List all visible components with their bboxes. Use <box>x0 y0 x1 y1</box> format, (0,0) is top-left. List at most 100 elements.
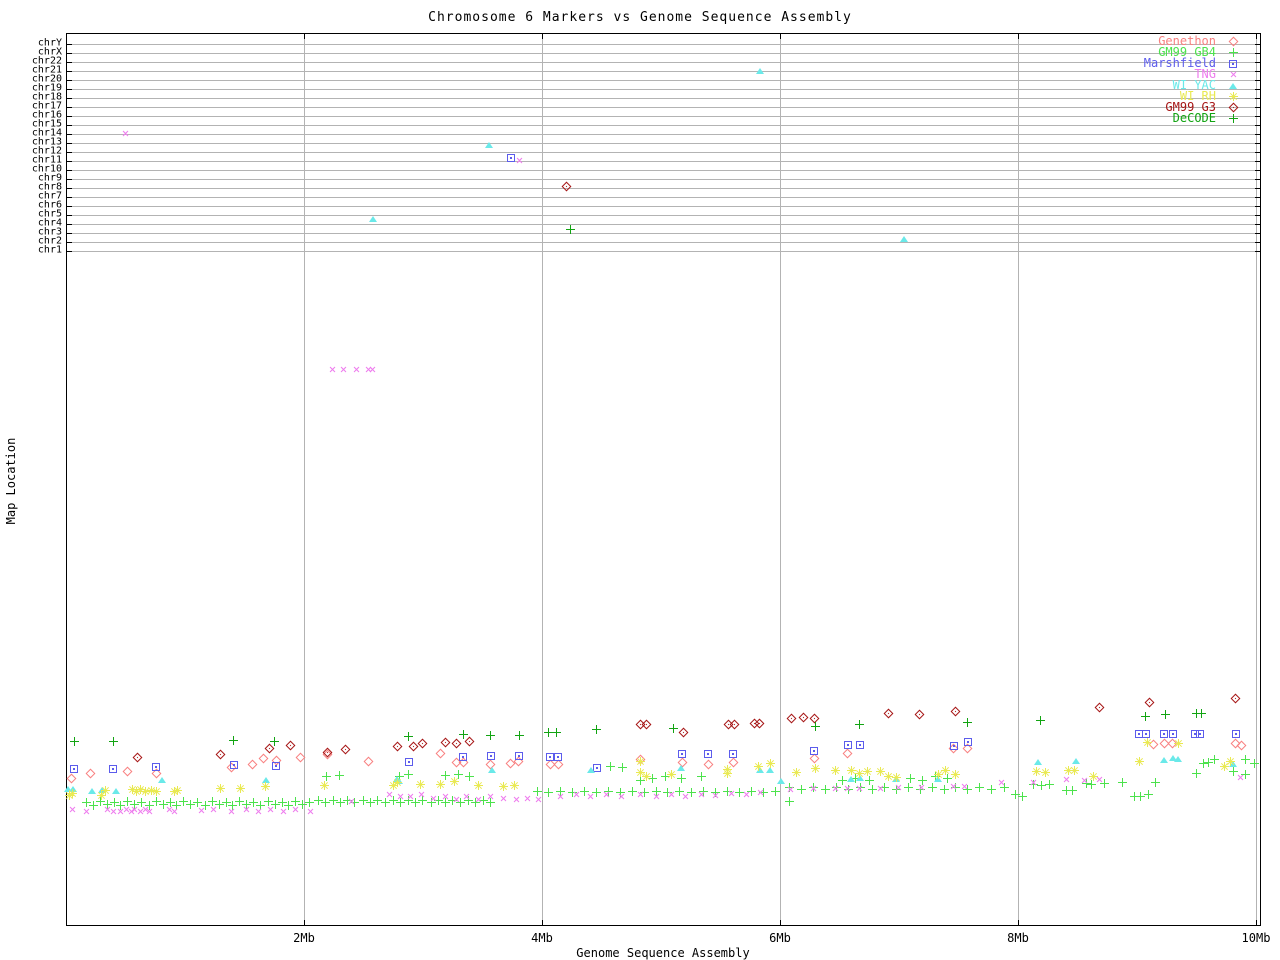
marker-glyph <box>120 128 130 138</box>
marker-glyph <box>351 364 361 374</box>
x-tick-bottom <box>304 920 305 925</box>
marker-glyph <box>678 727 688 737</box>
marker-glyph <box>562 181 572 191</box>
marker-glyph <box>393 741 403 751</box>
y-tick-right <box>1255 161 1260 162</box>
y-tick-right <box>1255 215 1260 216</box>
marker-glyph <box>1192 769 1201 778</box>
legend: GenethonGM99 GB4MarshfieldTNGWI YACWI RH… <box>1100 36 1250 124</box>
marker-glyph <box>341 744 351 754</box>
marker-glyph <box>552 728 561 737</box>
marker-glyph <box>514 155 524 165</box>
marker-glyph <box>70 737 79 746</box>
legend-marker-glyph <box>1229 114 1238 123</box>
marker-glyph <box>606 762 615 771</box>
y-tick-right <box>1255 98 1260 99</box>
marker-glyph <box>863 767 872 776</box>
marker-glyph <box>499 782 508 791</box>
y-tick-right <box>1255 107 1260 108</box>
marker-glyph <box>766 759 775 768</box>
marker-glyph <box>1241 755 1250 764</box>
marker-glyph <box>677 765 685 771</box>
marker-glyph <box>900 236 908 242</box>
marker-glyph <box>109 765 117 773</box>
chromosome-label: chr1 <box>0 246 62 255</box>
chromosome-gridline <box>67 206 1260 207</box>
chromosome-gridline <box>67 224 1260 225</box>
marker-glyph <box>450 777 459 786</box>
marker-glyph <box>459 753 467 761</box>
x-tick-top <box>542 34 543 39</box>
marker-glyph <box>951 770 960 779</box>
marker-glyph <box>1231 693 1241 703</box>
y-tick-left <box>67 98 72 99</box>
marker-glyph <box>844 741 852 749</box>
gm99-g3-marker-icon <box>1216 104 1250 111</box>
marker-glyph <box>327 364 337 374</box>
chromosome-gridline <box>67 179 1260 180</box>
marker-glyph <box>109 737 118 746</box>
marker-glyph <box>904 783 913 792</box>
marker-glyph <box>1210 755 1219 764</box>
y-tick-right <box>1255 80 1260 81</box>
marker-glyph <box>1145 697 1155 707</box>
marker-glyph <box>152 787 161 796</box>
y-tick-right <box>1255 143 1260 144</box>
x-tick-bottom <box>1018 920 1019 925</box>
marker-glyph <box>821 785 830 794</box>
marker-glyph <box>669 724 678 733</box>
legend-marker-glyph <box>1229 60 1237 68</box>
mb-gridline <box>542 34 543 925</box>
marker-glyph <box>158 777 166 783</box>
marker-glyph <box>544 788 553 797</box>
marker-glyph <box>546 753 554 761</box>
y-tick-right <box>1255 233 1260 234</box>
y-tick-right <box>1255 251 1260 252</box>
marker-glyph <box>1118 778 1127 787</box>
marker-glyph <box>697 772 706 781</box>
y-tick-left <box>67 116 72 117</box>
y-tick-left <box>67 215 72 216</box>
marker-glyph <box>216 784 225 793</box>
y-tick-right <box>1255 188 1260 189</box>
x-tick-label: 8Mb <box>1007 931 1029 945</box>
marker-glyph <box>393 778 402 787</box>
chromosome-gridline <box>67 125 1260 126</box>
marker-glyph <box>320 781 329 790</box>
legend-marker-glyph <box>1228 37 1238 47</box>
marker-glyph <box>515 731 524 740</box>
y-tick-left <box>67 134 72 135</box>
marker-glyph <box>1226 757 1235 766</box>
marker-glyph <box>485 142 493 148</box>
y-tick-left <box>67 71 72 72</box>
marker-glyph <box>855 720 864 729</box>
chart-title: Chromosome 6 Markers vs Genome Sequence … <box>0 10 1280 25</box>
marker-glyph <box>487 752 495 760</box>
tng-marker-icon <box>1216 71 1250 78</box>
chromosome-gridline <box>67 188 1260 189</box>
marker-glyph <box>369 216 377 222</box>
chromosome-gridline <box>67 71 1260 72</box>
marker-glyph <box>405 758 413 766</box>
y-tick-right <box>1255 62 1260 63</box>
marker-glyph <box>86 768 96 778</box>
marker-glyph <box>132 752 142 762</box>
x-tick-label: 10Mb <box>1242 931 1271 945</box>
marker-glyph <box>1089 772 1098 781</box>
y-tick-left <box>67 206 72 207</box>
marker-glyph <box>488 767 496 773</box>
marker-glyph <box>777 778 785 784</box>
marker-glyph <box>592 725 601 734</box>
marker-glyph <box>799 712 809 722</box>
marker-glyph <box>843 748 853 758</box>
marker-glyph <box>892 773 901 782</box>
marker-glyph <box>667 770 676 779</box>
legend-marker-glyph <box>1229 92 1238 101</box>
plot-area <box>66 33 1261 926</box>
y-tick-left <box>67 125 72 126</box>
marker-glyph <box>515 752 523 760</box>
y-tick-right <box>1255 206 1260 207</box>
y-tick-right <box>1255 242 1260 243</box>
genethon-marker-icon <box>1216 38 1250 45</box>
marker-glyph <box>831 766 840 775</box>
